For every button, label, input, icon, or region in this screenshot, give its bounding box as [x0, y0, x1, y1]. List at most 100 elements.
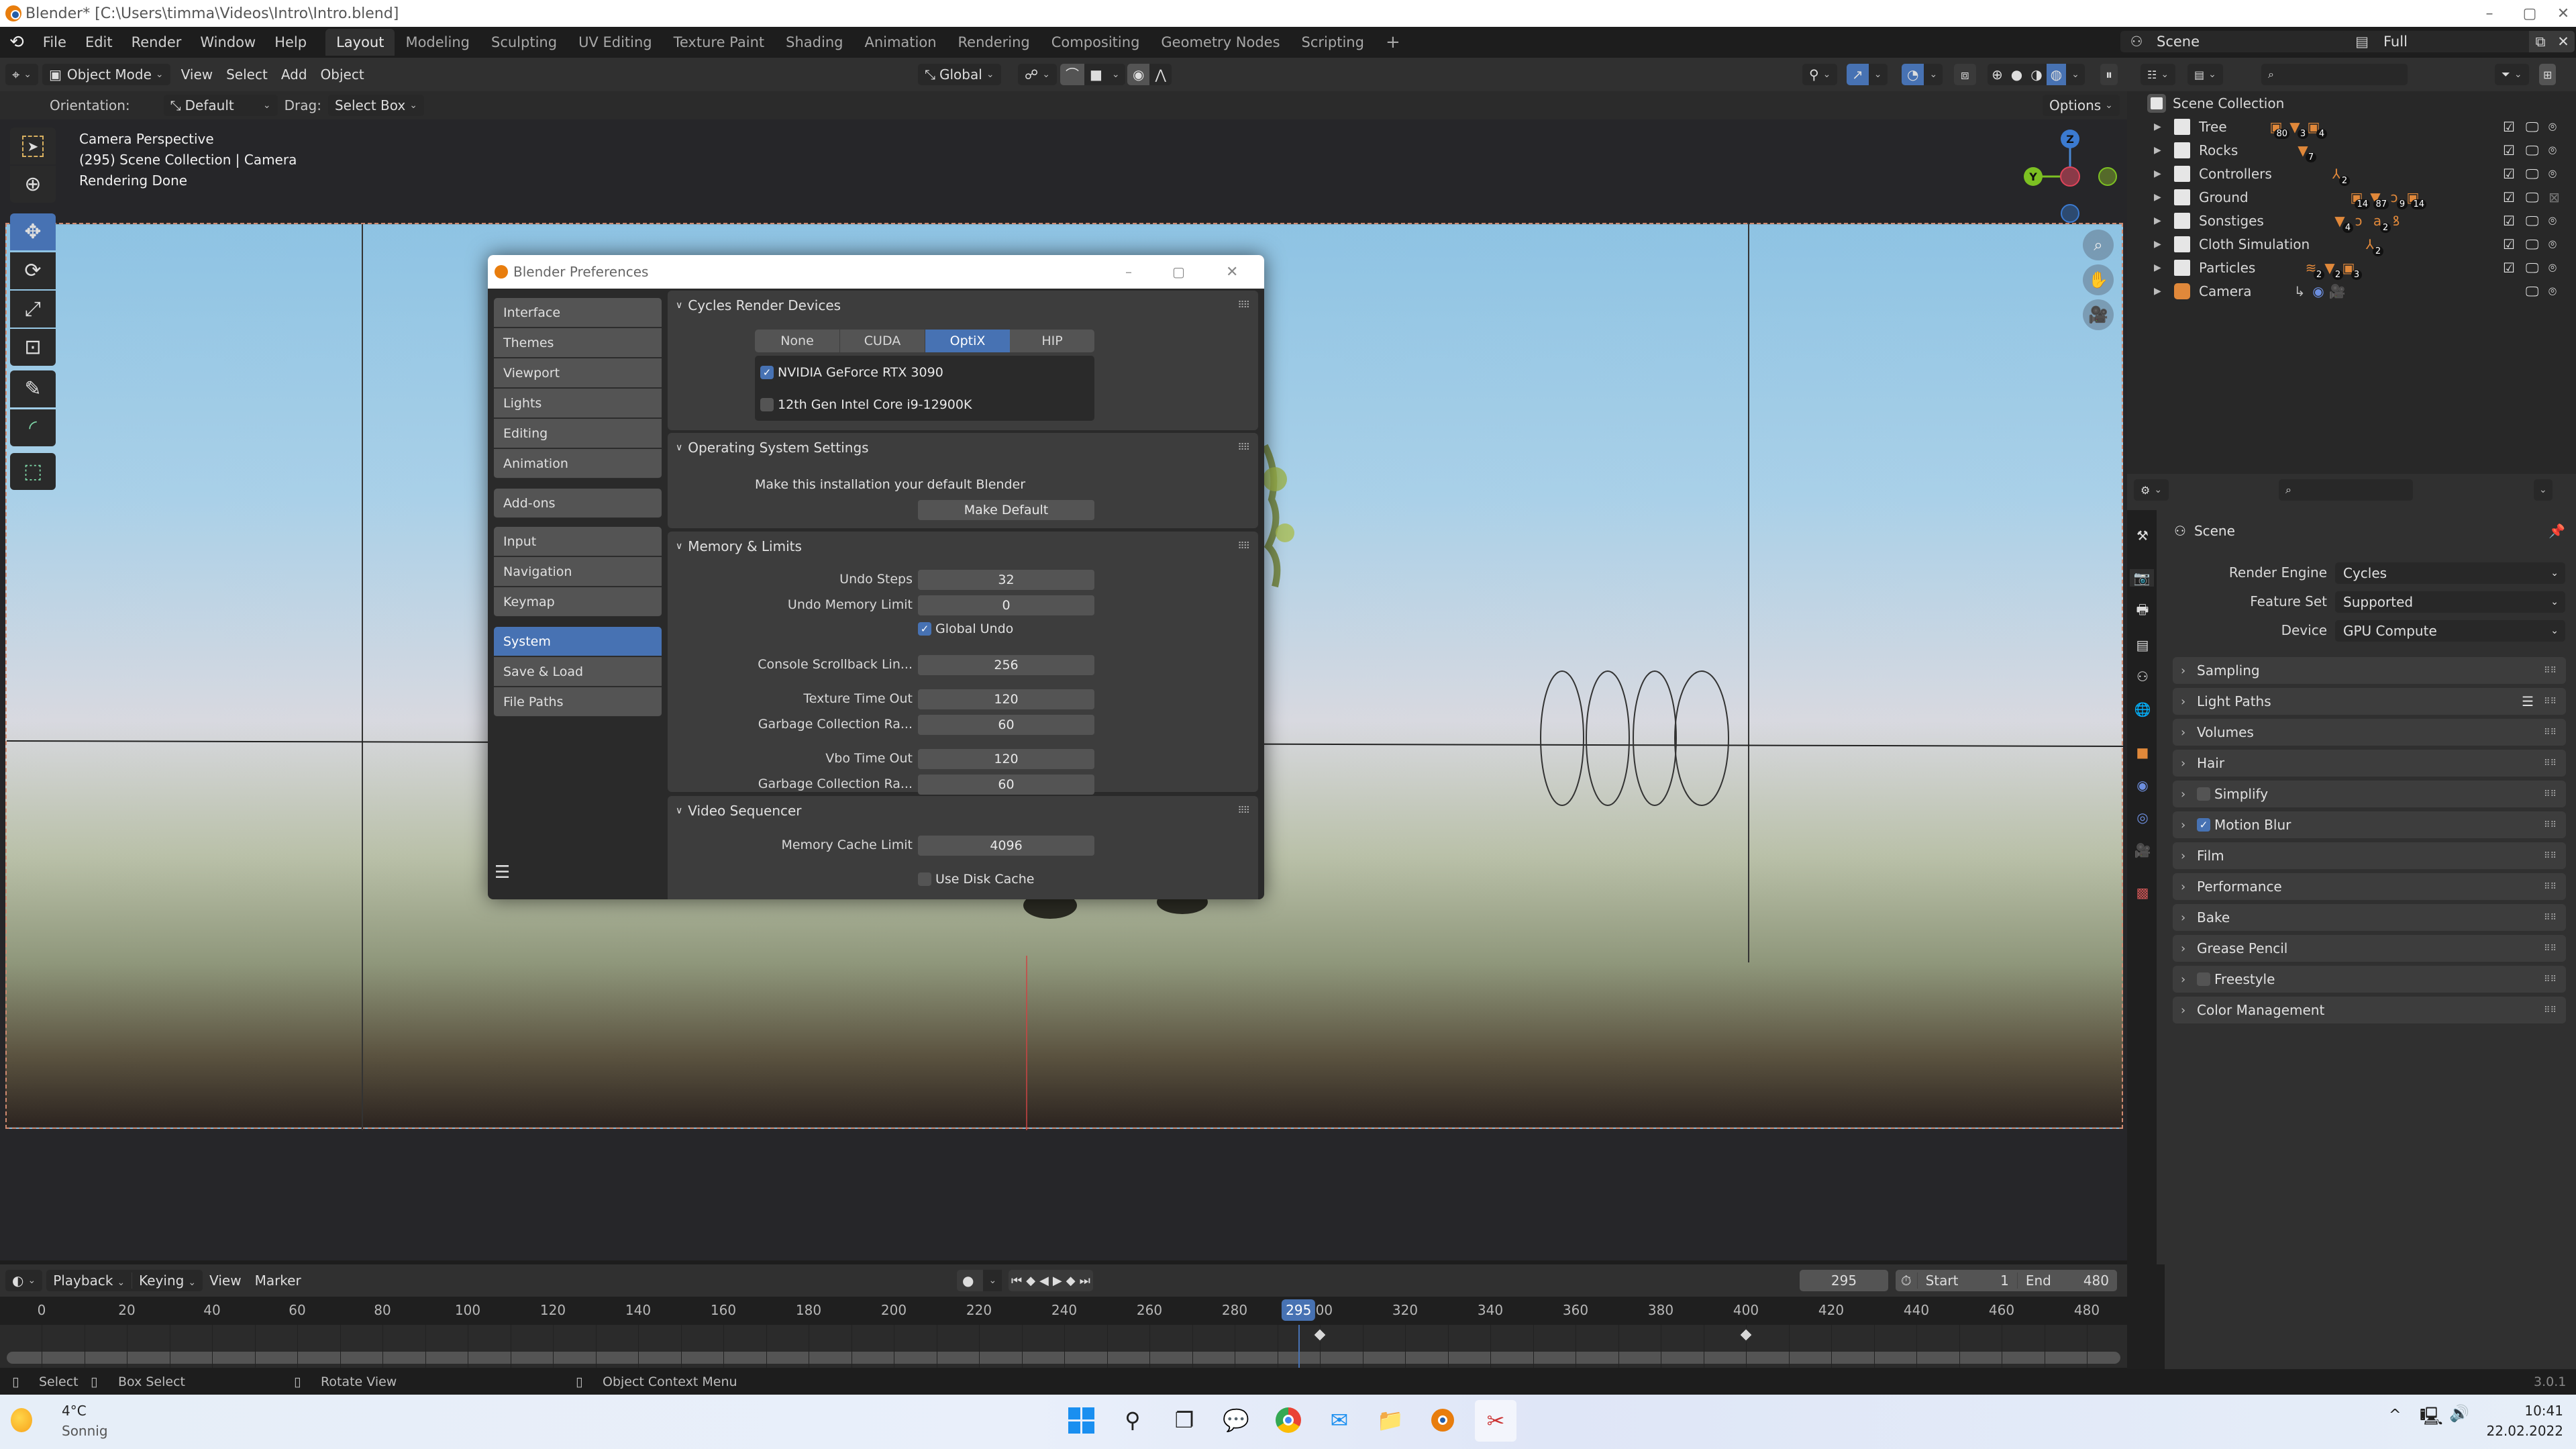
presets-icon[interactable]: ☰	[2522, 693, 2534, 709]
panel-enable-checkbox[interactable]: ✓	[2197, 818, 2210, 832]
panel-grip-icon[interactable]: ⠿⠿	[2544, 851, 2557, 861]
texture-timeout-field[interactable]: 120	[918, 689, 1094, 709]
transform-tool[interactable]: ⊡	[10, 329, 56, 366]
view-layer-tab-icon[interactable]: ▤	[2134, 636, 2151, 654]
panel-grip-icon[interactable]: ⠿⠿	[2544, 789, 2557, 799]
panel-film[interactable]: › Film ⠿⠿	[2173, 842, 2566, 869]
child-type-icon[interactable]: ▼ 4	[2332, 213, 2353, 233]
menu-select[interactable]: Select	[219, 66, 274, 83]
global-undo-toggle[interactable]: ✓ Global Undo	[918, 621, 1013, 636]
child-type-icon[interactable]: a2	[2369, 213, 2391, 233]
keyframe-marker[interactable]	[1739, 1328, 1753, 1342]
orientation-dropdown[interactable]: ⤡ Default ⌄	[163, 95, 278, 116]
zoom-view-icon[interactable]: ⌕	[2083, 230, 2114, 260]
scene-name[interactable]: Scene	[2153, 34, 2357, 50]
transform-orientation-dropdown[interactable]: ⤡ Global ⌄	[918, 64, 1001, 85]
cycles-panel-header[interactable]: ∨ Cycles Render Devices	[676, 297, 841, 313]
child-type-icon[interactable]: ▼ 7	[2295, 142, 2316, 162]
child-type-icon[interactable]: ≋ 2	[2303, 260, 2324, 280]
nav-save-load[interactable]: Save & Load	[494, 657, 662, 687]
render-visibility-icon[interactable]: ⌾	[2548, 119, 2557, 135]
memory-cache-limit-field[interactable]: 4096	[918, 836, 1094, 856]
timeline-area[interactable]	[0, 1325, 2127, 1368]
mail-icon[interactable]: ✉	[1325, 1405, 1354, 1435]
outliner-item[interactable]: ▶ Cloth Simulation ⅄ 2 ☑ 🖵 ⌾	[2127, 232, 2576, 256]
shading-modes[interactable]: ⊕ ● ◑ ◍ ⌄	[1988, 64, 2085, 85]
panel-grip-icon[interactable]: ⠿⠿	[1237, 541, 1249, 552]
timeline-ruler[interactable]: 0 20 40 60 80 100 120 140 160 180 200 220 240 260 280 3…	[0, 1297, 2127, 1325]
weather-sun-icon[interactable]	[11, 1408, 32, 1432]
start-button[interactable]	[1066, 1405, 1096, 1435]
panel-enable-checkbox[interactable]	[2197, 787, 2210, 801]
workspace-tab-compositing[interactable]: Compositing	[1041, 29, 1151, 56]
device-row-gpu[interactable]: ✓ NVIDIA GeForce RTX 3090	[760, 365, 943, 380]
vbo-timeout-field[interactable]: 120	[918, 749, 1094, 769]
expand-arrow-icon[interactable]: ▶	[2154, 168, 2161, 179]
texture-gc-rate-field[interactable]: 60	[918, 715, 1094, 735]
physics-tab-icon[interactable]: ◉	[2134, 777, 2151, 794]
axis-navigation-gizmo[interactable]: Z Y	[2013, 121, 2120, 228]
viewport-visibility-icon[interactable]: 🖵	[2526, 283, 2538, 299]
child-type-icon[interactable]: 🎥	[2329, 283, 2346, 299]
viewport-visibility-icon[interactable]: 🖵	[2526, 142, 2538, 158]
display-mode-dropdown[interactable]: ▤ ⌄	[2187, 64, 2223, 85]
child-type-icon[interactable]: ▣ 80	[2268, 119, 2289, 139]
viewport-visibility-icon[interactable]: 🖵	[2526, 236, 2538, 252]
panel-grip-icon[interactable]: ⠿⠿	[2544, 820, 2557, 830]
rendered-shading-icon[interactable]: ◍	[2046, 64, 2067, 85]
viewport-visibility-icon[interactable]: 🖵	[2526, 189, 2538, 205]
exclude-checkbox[interactable]: ☑	[2503, 189, 2515, 205]
tab-none[interactable]: None	[755, 330, 840, 352]
properties-search[interactable]: ⌕	[2279, 479, 2413, 501]
nav-file-paths[interactable]: File Paths	[494, 687, 662, 717]
expand-arrow-icon[interactable]: ▶	[2154, 192, 2161, 203]
panel-grip-icon[interactable]: ⠿⠿	[2544, 913, 2557, 923]
panel-light-paths[interactable]: › Light Paths ☰ ⠿⠿	[2173, 688, 2566, 715]
pause-render-button[interactable]: ⏸	[2100, 64, 2118, 85]
timeline-marker-menu[interactable]: Marker	[248, 1272, 308, 1289]
outliner-item[interactable]: ▶ Sonstiges ▼ 4 ↄ a 2 ꝸ ☑ 🖵 ⌾	[2127, 209, 2576, 233]
menu-add[interactable]: Add	[274, 66, 314, 83]
jump-end-icon[interactable]: ⏭	[1080, 1274, 1090, 1288]
console-scrollback-field[interactable]: 256	[918, 655, 1094, 675]
feature-set-dropdown[interactable]: Supported ⌄	[2335, 591, 2565, 613]
menu-object[interactable]: Object	[314, 66, 371, 83]
xray-toggle[interactable]: ⧈	[1954, 64, 1976, 85]
new-collection-button[interactable]: ⊞	[2539, 64, 2557, 85]
scale-tool[interactable]: ⤢	[10, 291, 56, 328]
memory-panel-header[interactable]: ∨ Memory & Limits	[676, 538, 802, 554]
render-visibility-icon[interactable]: ⊠	[2548, 189, 2560, 205]
options-dropdown[interactable]: Options ⌄	[2043, 95, 2120, 116]
outliner-item[interactable]: ▶ Rocks ▼ 7 ☑ 🖵 ⌾	[2127, 138, 2576, 162]
panel-volumes[interactable]: › Volumes ⠿⠿	[2173, 719, 2566, 746]
tab-hip[interactable]: HIP	[1010, 330, 1094, 352]
jump-start-icon[interactable]: ⏮	[1011, 1274, 1022, 1288]
visibility-dropdown[interactable]: ⚲ ⌄	[1802, 64, 1838, 85]
keyframe-marker[interactable]	[1313, 1328, 1327, 1342]
use-disk-cache-toggle[interactable]: Use Disk Cache	[918, 872, 1034, 887]
properties-options-dropdown[interactable]: ⌄	[2534, 479, 2553, 501]
menu-window[interactable]: Window	[191, 34, 265, 50]
panel-simplify[interactable]: › Simplify ⠿⠿	[2173, 781, 2566, 807]
minimize-button[interactable]: –	[2469, 0, 2510, 27]
menu-file[interactable]: File	[34, 34, 76, 50]
os-panel-header[interactable]: ∨ Operating System Settings	[676, 440, 869, 456]
nav-lights[interactable]: Lights	[494, 389, 662, 418]
outliner-item[interactable]: ▶ Camera ↳ ◉ 🎥 🖵 ⌾	[2127, 279, 2576, 303]
dialog-minimize-button[interactable]: –	[1125, 264, 1132, 280]
solid-shading-icon[interactable]: ●	[2007, 66, 2026, 83]
playhead-line[interactable]	[1298, 1325, 1300, 1368]
blender-taskbar-icon[interactable]	[1428, 1405, 1457, 1435]
playhead-frame-label[interactable]: 295	[1282, 1299, 1316, 1321]
panel-grip-icon[interactable]: ⠿⠿	[1237, 300, 1249, 311]
device-cpu-checkbox[interactable]	[760, 398, 774, 411]
auto-keying[interactable]: ● ⌄	[957, 1270, 1002, 1291]
preferences-titlebar[interactable]: Blender Preferences – ▢ ✕	[488, 255, 1264, 289]
teams-chat-icon[interactable]: 💬	[1221, 1405, 1251, 1435]
world-tab-icon[interactable]: 🌐	[2134, 701, 2151, 718]
next-keyframe-icon[interactable]: ◆	[1066, 1274, 1076, 1288]
menu-render[interactable]: Render	[122, 34, 191, 50]
play-icon[interactable]: ▶	[1053, 1274, 1062, 1288]
child-type-icon[interactable]: ▼ 2	[2322, 260, 2343, 280]
viewport-visibility-icon[interactable]: 🖵	[2526, 119, 2538, 135]
